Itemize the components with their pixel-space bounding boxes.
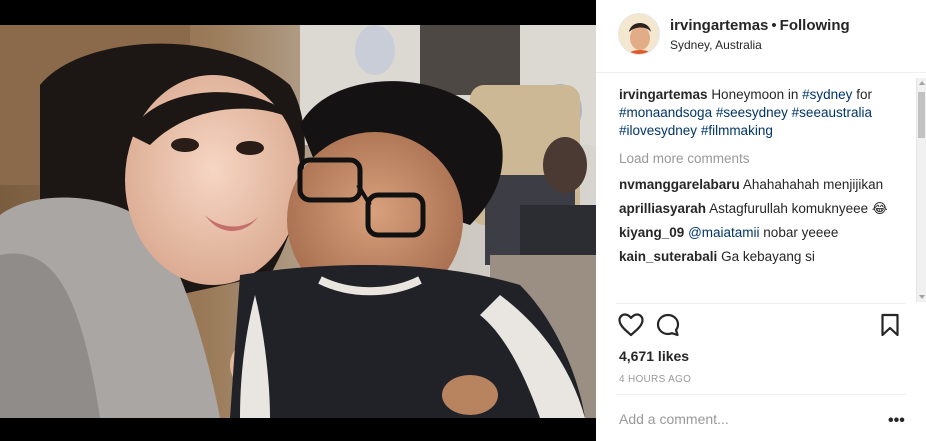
heart-icon[interactable]: [618, 313, 644, 342]
action-bar: [618, 313, 908, 341]
add-comment-input[interactable]: [619, 411, 859, 427]
caption-text: Honeymoon in: [711, 87, 799, 102]
more-options-icon[interactable]: •••: [888, 412, 905, 430]
load-more-comments-button[interactable]: Load more comments: [619, 150, 904, 168]
post-header: irvingartemas • Following Sydney, Australi…: [596, 0, 926, 73]
comment-username[interactable]: kain_suterabali: [619, 249, 717, 264]
hashtag-ilovesydney[interactable]: #ilovesydney: [619, 123, 697, 138]
divider: [616, 394, 906, 395]
comment-username[interactable]: nvmanggarelabaru: [619, 177, 740, 192]
comments-list: irvingartemas Honeymoon in #sydney for #…: [619, 86, 904, 302]
hashtag-seesydney[interactable]: #seesydney: [716, 105, 788, 120]
hashtag-seeaustralia[interactable]: #seeaustralia: [792, 105, 872, 120]
comment-username[interactable]: aprilliasyarah: [619, 201, 706, 216]
comment-username[interactable]: kiyang_09: [619, 225, 684, 240]
comment-text: Ahahahahah menjijikan: [742, 177, 884, 192]
divider: [616, 303, 906, 304]
post-username[interactable]: irvingartemas: [670, 17, 768, 34]
comment-mention[interactable]: @maiatamii: [688, 225, 759, 240]
list-item: kain_suterabali Ga kebayang si: [619, 248, 904, 266]
caption-username[interactable]: irvingartemas: [619, 87, 708, 102]
post-location[interactable]: Sydney, Australia: [670, 38, 762, 52]
post-photo[interactable]: [0, 25, 596, 418]
comment-text: nobar yeeee: [763, 225, 839, 240]
likes-count[interactable]: 4,671 likes: [619, 348, 689, 364]
username-row: irvingartemas • Following: [670, 17, 850, 34]
caption: irvingartemas Honeymoon in #sydney for #…: [619, 86, 904, 140]
scroll-up-arrow-icon[interactable]: [919, 81, 925, 85]
list-item: nvmanggarelabaru Ahahahahah menjijikan: [619, 176, 904, 194]
bookmark-icon[interactable]: [880, 313, 900, 342]
caption-word-for: for: [856, 87, 872, 102]
avatar-image: [619, 14, 659, 54]
scroll-down-arrow-icon[interactable]: [919, 295, 925, 299]
avatar[interactable]: [618, 13, 660, 55]
scrollbar-thumb[interactable]: [918, 92, 925, 138]
comment-bubble-icon[interactable]: [656, 313, 680, 342]
hashtag-monaandsoga[interactable]: #monaandsoga: [619, 105, 712, 120]
post-timestamp: 4 HOURS AGO: [619, 374, 692, 385]
comments-scrollbar[interactable]: [916, 78, 926, 302]
separator-dot: •: [771, 17, 777, 34]
post-sidebar: irvingartemas • Following Sydney, Australi…: [596, 0, 926, 441]
list-item: aprilliasyarah Astagfurullah komuknyeee …: [619, 200, 904, 218]
list-item: kiyang_09 @maiatamii nobar yeeee: [619, 224, 904, 242]
comment-text: Astagfurullah komuknyeee 😂: [709, 201, 888, 216]
hashtag-sydney[interactable]: #sydney: [802, 87, 852, 102]
hashtag-filmmaking[interactable]: #filmmaking: [701, 123, 773, 138]
post-media: [0, 0, 596, 441]
comment-text: Ga kebayang si: [721, 249, 815, 264]
photo-illustration: [0, 25, 596, 418]
following-button[interactable]: Following: [780, 17, 850, 34]
